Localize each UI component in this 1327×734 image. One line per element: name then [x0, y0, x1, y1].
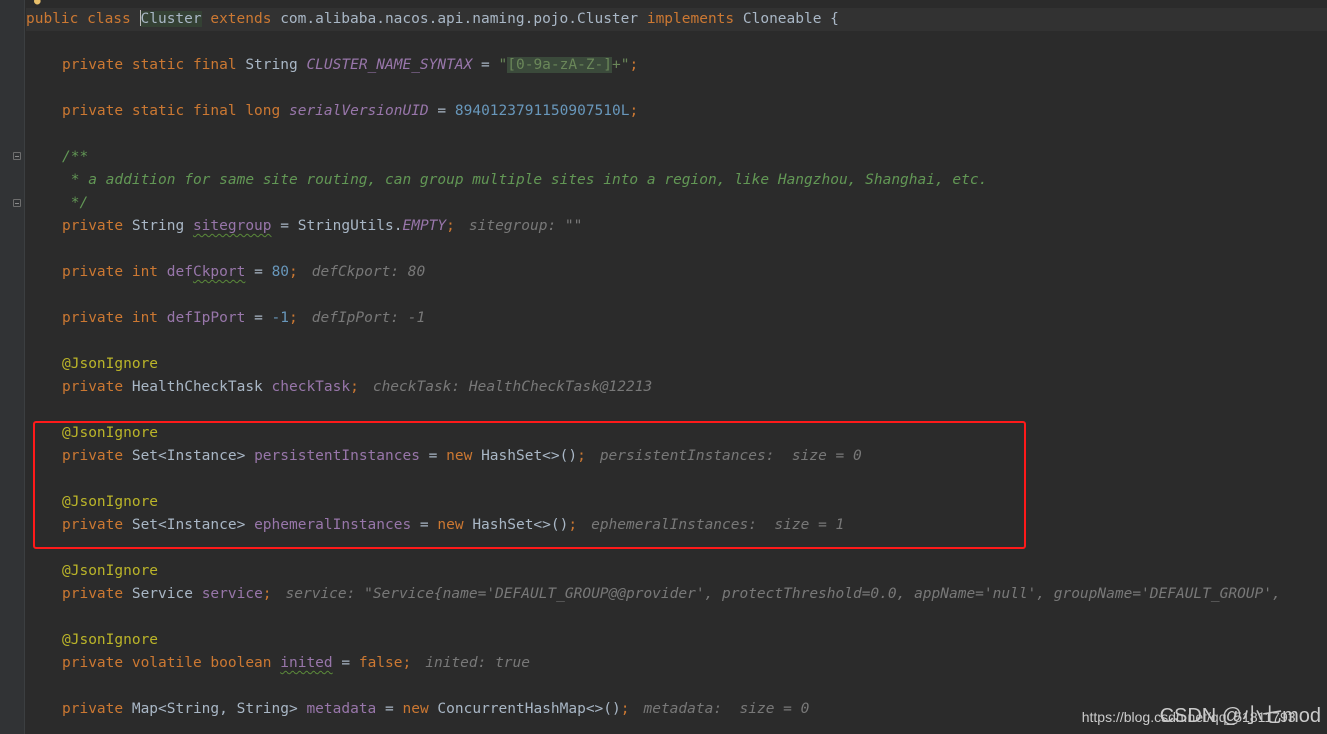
csdn-watermark: https://blog.csdn.net/qq_51811793 CSDN @… [1082, 699, 1321, 728]
code-line-class-declaration[interactable]: public class Cluster extends com.alibaba… [26, 8, 1327, 31]
debug-value-hint: checkTask: HealthCheckTask@12213 [372, 379, 653, 395]
code-line-def-ckport[interactable]: private int defCkport = 80; defCkport: 80 [26, 261, 425, 284]
code-line-service[interactable]: private Service service; service: "Servic… [26, 583, 1281, 606]
code-line-cluster-name-syntax[interactable]: private static final String CLUSTER_NAME… [26, 54, 638, 77]
debug-value-hint: defIpPort: -1 [311, 310, 426, 326]
code-line-javadoc-close[interactable]: */ [26, 192, 88, 215]
lightbulb-icon[interactable]: ● [34, 0, 46, 6]
debug-value-hint: metadata: size = 0 [643, 701, 810, 717]
code-line-serial-version-uid[interactable]: private static final long serialVersionU… [26, 100, 638, 123]
code-line-javadoc-open[interactable]: /** [26, 146, 88, 169]
code-line-inited[interactable]: private volatile boolean inited = false;… [26, 652, 530, 675]
code-line-sitegroup[interactable]: private String sitegroup = StringUtils.E… [26, 215, 582, 238]
code-line-def-ip-port[interactable]: private int defIpPort = -1; defIpPort: -1 [26, 307, 425, 330]
editor-gutter[interactable]: ● [0, 0, 41, 734]
debug-value-hint: service: "Service{name='DEFAULT_GROUP@@p… [285, 586, 1281, 602]
code-line-javadoc-body[interactable]: * a addition for same site routing, can … [26, 169, 988, 192]
debug-value-hint: defCkport: 80 [311, 264, 426, 280]
code-line-annotation[interactable]: @JsonIgnore [26, 560, 158, 583]
fold-end-icon[interactable] [13, 199, 21, 207]
fold-start-icon[interactable] [13, 152, 21, 160]
watermark-brand: CSDN @小七mod [1159, 705, 1321, 727]
code-line-check-task[interactable]: private HealthCheckTask checkTask; checkT… [26, 376, 652, 399]
debug-value-hint: inited: true [425, 655, 530, 671]
code-line-annotation[interactable]: @JsonIgnore [26, 629, 158, 652]
code-line-annotation[interactable]: @JsonIgnore [26, 353, 158, 376]
red-highlight-box [33, 421, 1026, 549]
code-line-metadata[interactable]: private Map<String, String> metadata = n… [26, 698, 809, 721]
debug-value-hint: sitegroup: "" [468, 218, 583, 234]
